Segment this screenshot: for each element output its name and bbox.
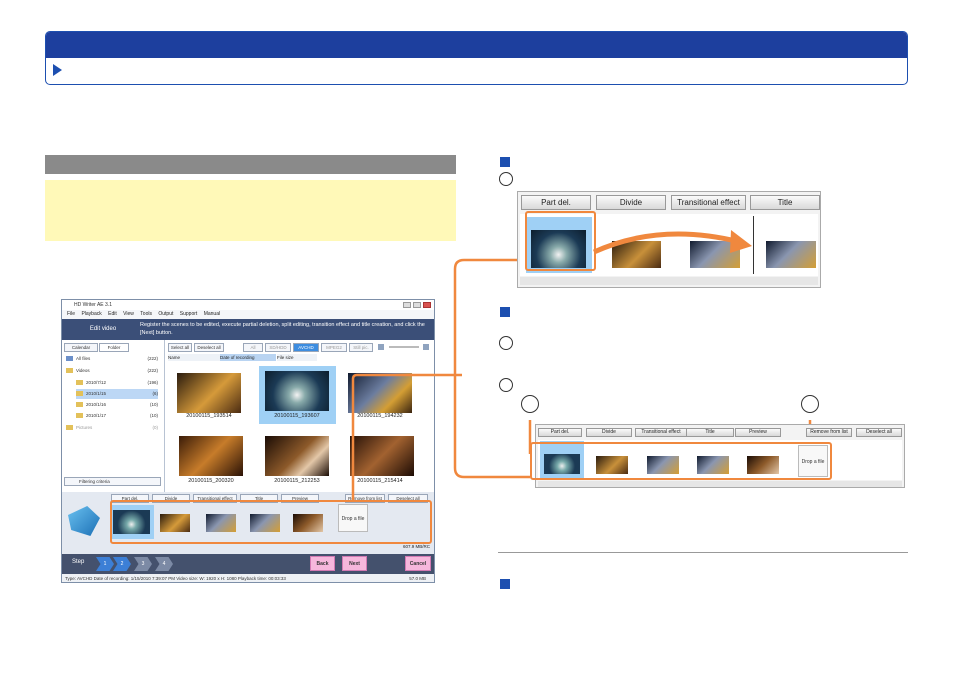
move-arrow-icon xyxy=(592,230,752,255)
title-button[interactable]: Title xyxy=(750,195,820,210)
connector-line xyxy=(453,258,530,479)
transitional-effect-button[interactable]: Transitional effect xyxy=(635,428,687,437)
clip-thumbnail[interactable] xyxy=(766,241,816,268)
title-button[interactable]: Title xyxy=(686,428,734,437)
horizontal-scrollbar[interactable] xyxy=(538,481,902,487)
connector-line xyxy=(351,373,462,500)
part-del-button[interactable]: Part del. xyxy=(538,428,582,437)
horizontal-scrollbar[interactable] xyxy=(520,277,818,285)
deselect-all-button[interactable]: Deselect all xyxy=(856,428,902,437)
divide-button[interactable]: Divide xyxy=(596,195,666,210)
connector-lines xyxy=(351,258,812,500)
preview-button[interactable]: Preview xyxy=(735,428,781,437)
storyboard-highlight xyxy=(530,442,832,480)
part-del-button[interactable]: Part del. xyxy=(521,195,591,210)
clip-highlight xyxy=(525,211,596,271)
remove-from-list-button[interactable]: Remove from list xyxy=(806,428,852,437)
divide-button[interactable]: Divide xyxy=(586,428,632,437)
transitional-effect-button[interactable]: Transitional effect xyxy=(671,195,746,210)
